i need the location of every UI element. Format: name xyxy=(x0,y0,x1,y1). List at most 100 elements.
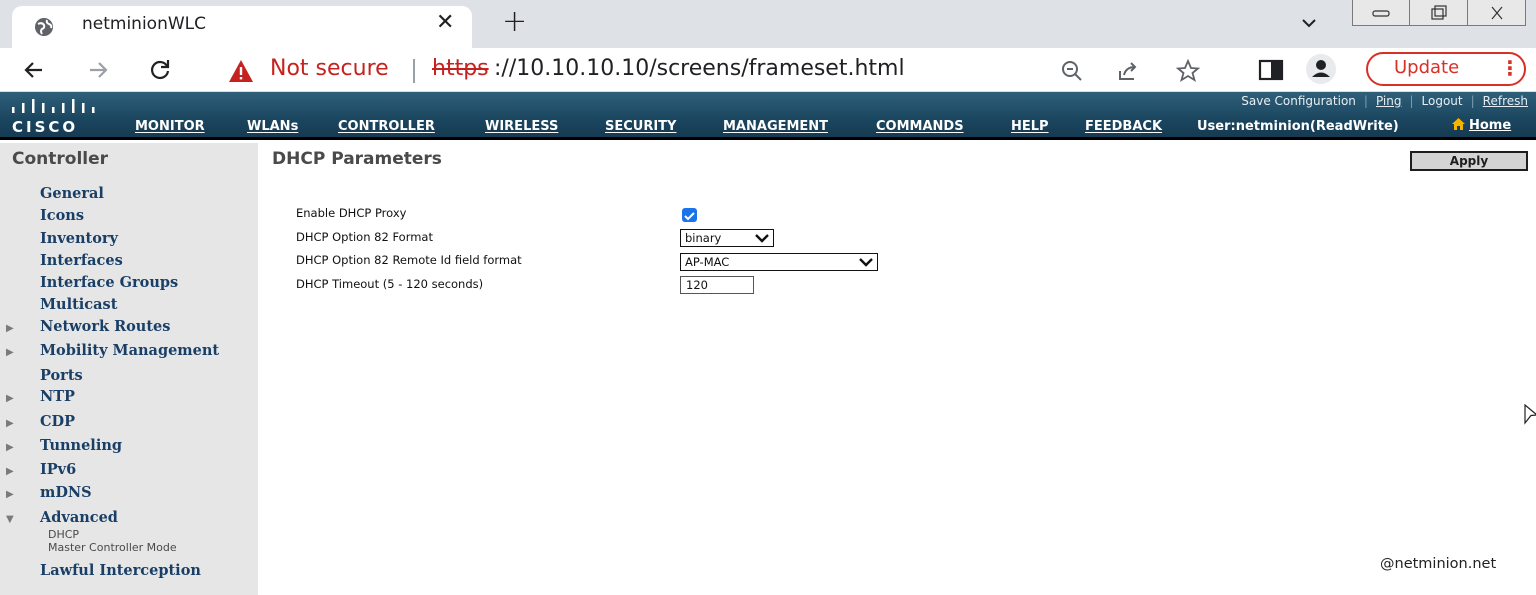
minimize-icon xyxy=(1372,9,1390,17)
menu-management[interactable]: MANAGEMENT xyxy=(723,119,828,134)
menu-monitor[interactable]: MONITOR xyxy=(135,119,205,134)
watermark: @netminion.net xyxy=(1380,556,1497,572)
cisco-wordmark: CISCO xyxy=(12,118,79,136)
divider xyxy=(413,59,415,83)
warning-icon[interactable] xyxy=(228,59,254,83)
enable-dhcp-proxy-checkbox[interactable] xyxy=(682,208,697,222)
chevron-down-icon xyxy=(755,234,769,243)
browser-tab-strip: netminionWLC ✕ + xyxy=(0,0,1536,48)
share-icon[interactable] xyxy=(1116,59,1140,83)
cisco-header: CISCO Save Configuration | Ping | Logout | Ref… xyxy=(0,92,1536,140)
forward-arrow-icon[interactable] xyxy=(84,56,112,84)
window-controls xyxy=(1352,0,1526,28)
globe-icon xyxy=(35,18,53,36)
expand-arrow-icon[interactable]: ▶ xyxy=(6,418,14,429)
main-content: DHCP Parameters Apply Enable DHCP Proxy … xyxy=(258,143,1536,595)
remote-id-format-value: AP-MAC xyxy=(685,255,730,269)
new-tab-icon[interactable]: + xyxy=(502,4,527,40)
tab-close-icon[interactable]: ✕ xyxy=(436,10,454,35)
option82-format-value: binary xyxy=(685,231,722,245)
sidebar: Controller General Icons Inventory Inter… xyxy=(0,143,258,595)
logout-link[interactable]: Logout xyxy=(1422,94,1463,108)
sidebar-item-interfaces[interactable]: Interfaces xyxy=(40,252,123,269)
menu-security[interactable]: SECURITY xyxy=(605,119,676,134)
sidebar-subitem-master-controller-mode[interactable]: Master Controller Mode xyxy=(48,541,177,554)
home-icon xyxy=(1452,118,1465,130)
update-button[interactable]: Update ⋮ xyxy=(1366,52,1526,86)
menu-help[interactable]: HELP xyxy=(1011,119,1049,134)
tab-title: netminionWLC xyxy=(82,14,207,34)
person-icon xyxy=(1312,60,1330,77)
close-window-button[interactable] xyxy=(1468,0,1526,26)
sidebar-subitem-dhcp[interactable]: DHCP xyxy=(48,528,79,541)
collapse-arrow-icon[interactable]: ▼ xyxy=(6,514,14,525)
save-configuration-link[interactable]: Save Configuration xyxy=(1241,94,1356,108)
sidebar-item-ports[interactable]: Ports xyxy=(40,367,83,384)
sidebar-item-mobility-management[interactable]: Mobility Management xyxy=(40,342,219,359)
chevron-down-icon[interactable] xyxy=(1298,12,1320,34)
sidebar-item-icons[interactable]: Icons xyxy=(40,207,84,224)
sidebar-item-inventory[interactable]: Inventory xyxy=(40,230,118,247)
mouse-cursor-icon xyxy=(1524,404,1536,425)
zoom-icon[interactable] xyxy=(1060,59,1084,83)
address-bar[interactable]: Not secure https ://10.10.10.10/screens/… xyxy=(206,51,1228,89)
checkmark-icon xyxy=(684,212,695,221)
home-label: Home xyxy=(1469,118,1512,133)
expand-arrow-icon[interactable]: ▶ xyxy=(6,347,14,358)
sidebar-item-ipv6[interactable]: IPv6 xyxy=(40,461,76,478)
cisco-logo: CISCO xyxy=(8,98,118,136)
sidebar-item-general[interactable]: General xyxy=(40,185,104,202)
sidebar-item-ntp[interactable]: NTP xyxy=(40,388,75,405)
sidebar-title: Controller xyxy=(12,149,109,169)
sidebar-item-multicast[interactable]: Multicast xyxy=(40,296,117,313)
menu-feedback[interactable]: FEEDBACK xyxy=(1085,119,1162,134)
url-text: ://10.10.10.10/screens/frameset.html xyxy=(494,56,905,81)
expand-arrow-icon[interactable]: ▶ xyxy=(6,442,14,453)
expand-arrow-icon[interactable]: ▶ xyxy=(6,466,14,477)
side-panel-icon[interactable] xyxy=(1258,58,1284,82)
security-status: Not secure xyxy=(270,56,389,81)
expand-arrow-icon[interactable]: ▶ xyxy=(6,323,14,334)
sidebar-item-interface-groups[interactable]: Interface Groups xyxy=(40,274,178,291)
remote-id-format-select[interactable]: AP-MAC xyxy=(680,253,878,271)
expand-arrow-icon[interactable]: ▶ xyxy=(6,489,14,500)
refresh-link[interactable]: Refresh xyxy=(1483,94,1528,108)
menu-wlans[interactable]: WLANs xyxy=(247,119,298,134)
sidebar-item-advanced[interactable]: Advanced xyxy=(40,509,118,526)
utility-links: Save Configuration | Ping | Logout | Refresh xyxy=(1241,94,1528,108)
field-label-option82-format: DHCP Option 82 Format xyxy=(296,230,433,244)
restore-icon xyxy=(1430,4,1447,20)
more-options-icon: ⋮ xyxy=(1500,56,1520,80)
browser-tab[interactable]: netminionWLC ✕ xyxy=(12,6,472,48)
restore-button[interactable] xyxy=(1410,0,1468,26)
expand-arrow-icon[interactable]: ▶ xyxy=(6,393,14,404)
sidebar-item-mdns[interactable]: mDNS xyxy=(40,484,92,501)
field-label-remote-id-format: DHCP Option 82 Remote Id field format xyxy=(296,253,522,267)
back-arrow-icon[interactable] xyxy=(20,56,48,84)
update-label: Update xyxy=(1394,57,1460,78)
reload-icon[interactable] xyxy=(146,56,174,84)
menu-wireless[interactable]: WIRELESS xyxy=(485,119,558,134)
sidebar-item-lawful-interception[interactable]: Lawful Interception xyxy=(40,562,201,579)
home-link[interactable]: Home xyxy=(1452,118,1511,133)
url-scheme: https xyxy=(432,56,489,81)
cisco-bars-icon xyxy=(12,99,95,113)
user-info: User:netminion(ReadWrite) xyxy=(1197,119,1399,134)
sidebar-item-tunneling[interactable]: Tunneling xyxy=(40,437,122,454)
option82-format-select[interactable]: binary xyxy=(680,229,774,247)
bookmark-star-icon[interactable] xyxy=(1176,59,1200,83)
menu-commands[interactable]: COMMANDS xyxy=(876,119,964,134)
profile-avatar[interactable] xyxy=(1306,54,1336,84)
chevron-down-icon xyxy=(859,258,873,267)
close-icon xyxy=(1491,6,1502,19)
field-label-enable-dhcp-proxy: Enable DHCP Proxy xyxy=(296,206,407,220)
field-label-dhcp-timeout: DHCP Timeout (5 - 120 seconds) xyxy=(296,277,484,291)
dhcp-timeout-input[interactable]: 120 xyxy=(680,276,754,294)
apply-button[interactable]: Apply xyxy=(1410,151,1528,171)
sidebar-item-network-routes[interactable]: Network Routes xyxy=(40,318,170,335)
ping-link[interactable]: Ping xyxy=(1376,94,1402,108)
page-title: DHCP Parameters xyxy=(272,149,442,169)
sidebar-item-cdp[interactable]: CDP xyxy=(40,413,75,430)
menu-controller[interactable]: CONTROLLER xyxy=(338,119,435,134)
minimize-button[interactable] xyxy=(1352,0,1410,26)
